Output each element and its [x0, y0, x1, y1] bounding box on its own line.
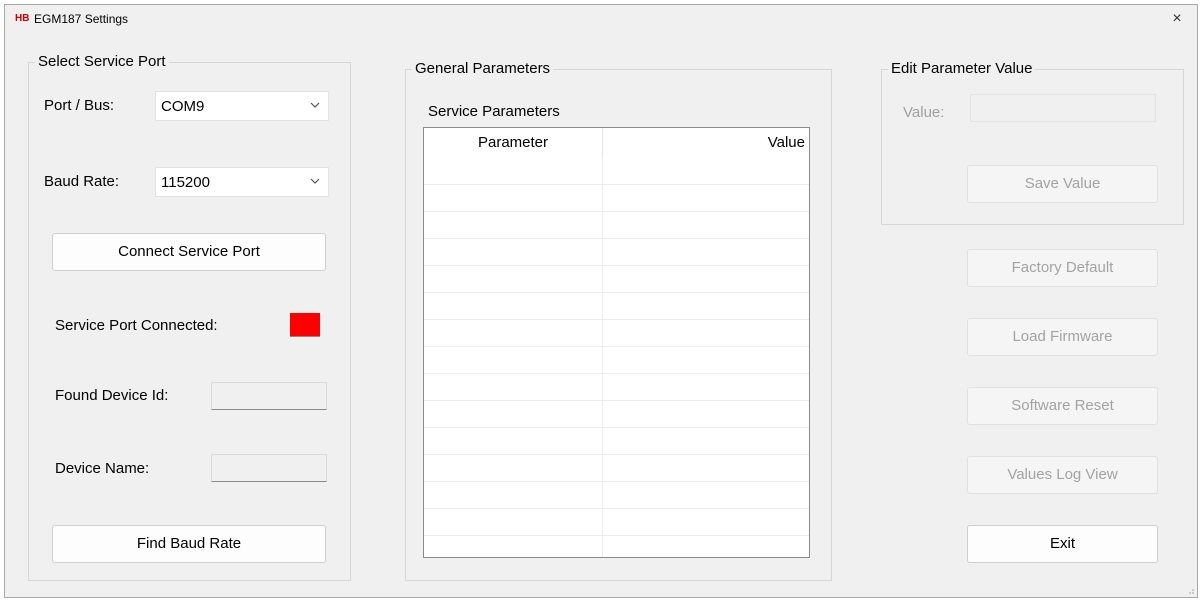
table-cell-parameter[interactable] [424, 455, 603, 481]
table-row[interactable] [424, 266, 809, 293]
close-button[interactable]: × [1163, 7, 1191, 31]
table-cell-parameter[interactable] [424, 536, 603, 557]
port-bus-label: Port / Bus: [44, 97, 115, 114]
found-device-id-label: Found Device Id: [55, 387, 169, 404]
table-row[interactable] [424, 536, 809, 557]
table-cell-value[interactable] [603, 509, 809, 535]
value-input[interactable] [970, 94, 1156, 122]
table-cell-parameter[interactable] [424, 374, 603, 400]
device-name-field[interactable] [211, 454, 327, 482]
table-cell-parameter[interactable] [424, 239, 603, 265]
table-cell-value[interactable] [603, 536, 809, 557]
service-parameters-table[interactable]: Parameter Value [423, 127, 810, 558]
table-cell-value[interactable] [603, 374, 809, 400]
chevron-down-icon [310, 178, 320, 184]
service-port-group-title: Select Service Port [35, 53, 169, 70]
settings-window: HB EGM187 Settings × Select Service Port… [4, 4, 1198, 598]
table-row[interactable] [424, 374, 809, 401]
table-row[interactable] [424, 347, 809, 374]
port-bus-value: COM9 [161, 98, 205, 115]
table-row[interactable] [424, 158, 809, 185]
table-cell-parameter[interactable] [424, 401, 603, 427]
table-cell-value[interactable] [603, 320, 809, 346]
find-baud-rate-button[interactable]: Find Baud Rate [52, 525, 326, 563]
port-bus-select[interactable]: COM9 [155, 91, 329, 121]
app-logo: HB [15, 13, 30, 24]
table-header: Parameter Value [424, 128, 809, 158]
factory-default-button[interactable]: Factory Default [967, 249, 1158, 287]
table-row[interactable] [424, 482, 809, 509]
table-row[interactable] [424, 239, 809, 266]
table-row[interactable] [424, 320, 809, 347]
service-parameters-label: Service Parameters [428, 103, 560, 120]
table-row[interactable] [424, 509, 809, 536]
column-header-parameter[interactable]: Parameter [424, 128, 603, 158]
table-cell-value[interactable] [603, 158, 809, 184]
table-row[interactable] [424, 293, 809, 320]
resize-grip-icon[interactable] [1185, 585, 1195, 595]
table-cell-parameter[interactable] [424, 482, 603, 508]
table-cell-parameter[interactable] [424, 212, 603, 238]
table-cell-value[interactable] [603, 212, 809, 238]
table-cell-value[interactable] [603, 401, 809, 427]
save-value-button[interactable]: Save Value [967, 165, 1158, 203]
table-cell-parameter[interactable] [424, 320, 603, 346]
value-label: Value: [903, 104, 945, 121]
table-row[interactable] [424, 212, 809, 239]
baud-rate-label: Baud Rate: [44, 173, 120, 190]
title-bar: HB EGM187 Settings × [5, 5, 1197, 37]
table-cell-value[interactable] [603, 347, 809, 373]
table-cell-value[interactable] [603, 185, 809, 211]
table-cell-value[interactable] [603, 239, 809, 265]
exit-button[interactable]: Exit [967, 525, 1158, 563]
load-firmware-button[interactable]: Load Firmware [967, 318, 1158, 356]
device-id-field[interactable] [211, 382, 327, 410]
baud-rate-select[interactable]: 115200 [155, 167, 329, 197]
table-cell-value[interactable] [603, 455, 809, 481]
connection-status-indicator [290, 313, 320, 337]
table-cell-parameter[interactable] [424, 428, 603, 454]
table-cell-parameter[interactable] [424, 185, 603, 211]
edit-parameter-group-title: Edit Parameter Value [888, 60, 1036, 77]
table-row[interactable] [424, 185, 809, 212]
table-cell-value[interactable] [603, 428, 809, 454]
table-cell-parameter[interactable] [424, 293, 603, 319]
column-header-value[interactable]: Value [603, 128, 805, 158]
table-body [424, 158, 809, 557]
table-row[interactable] [424, 455, 809, 482]
table-row[interactable] [424, 428, 809, 455]
baud-rate-value: 115200 [161, 174, 210, 191]
window-title: EGM187 Settings [34, 12, 129, 26]
table-cell-value[interactable] [603, 293, 809, 319]
device-name-label: Device Name: [55, 460, 150, 477]
table-cell-value[interactable] [603, 482, 809, 508]
table-row[interactable] [424, 401, 809, 428]
table-cell-parameter[interactable] [424, 158, 603, 184]
table-cell-parameter[interactable] [424, 509, 603, 535]
table-cell-value[interactable] [603, 266, 809, 292]
table-cell-parameter[interactable] [424, 266, 603, 292]
service-port-connected-label: Service Port Connected: [55, 317, 218, 334]
close-icon: × [1172, 10, 1182, 27]
chevron-down-icon [310, 102, 320, 108]
values-log-view-button[interactable]: Values Log View [967, 456, 1158, 494]
software-reset-button[interactable]: Software Reset [967, 387, 1158, 425]
table-cell-parameter[interactable] [424, 347, 603, 373]
general-parameters-group-title: General Parameters [412, 60, 554, 77]
connect-service-port-button[interactable]: Connect Service Port [52, 233, 326, 271]
